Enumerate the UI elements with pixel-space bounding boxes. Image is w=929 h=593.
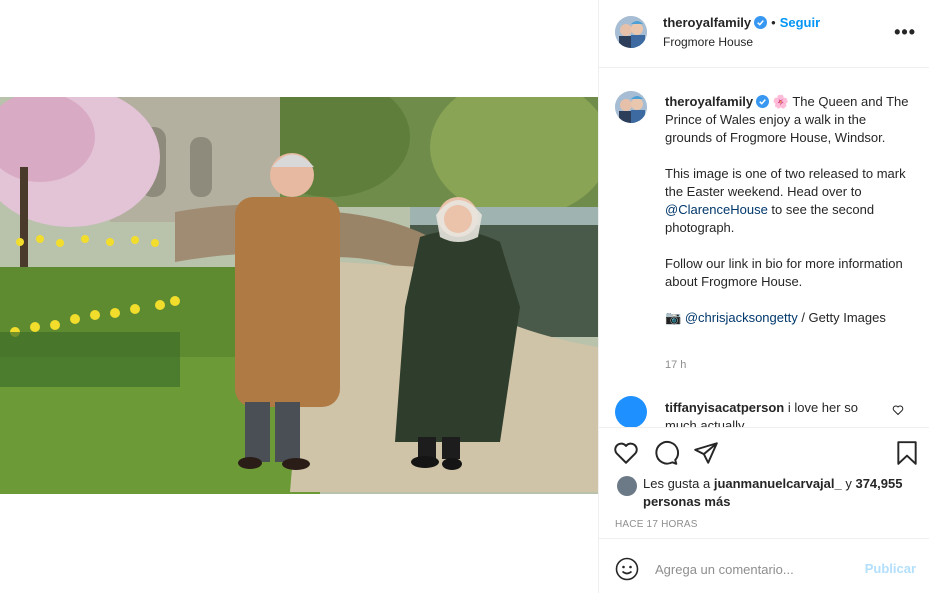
follow-button[interactable]: Seguir [780, 15, 820, 30]
caption-avatar[interactable] [615, 91, 647, 123]
caption-time[interactable]: 17 h [665, 359, 686, 371]
commenter-username[interactable]: tiffanyisacatperson [665, 400, 784, 415]
post-media [0, 0, 598, 593]
liker-username[interactable]: juanmanuelcarvajal_ [714, 476, 842, 491]
verified-icon [756, 95, 770, 108]
comment-like-icon[interactable] [892, 404, 904, 416]
verified-icon [754, 16, 768, 29]
post-header: theroyalfamily • Seguir Frogmore House ••• [599, 0, 929, 68]
credit-text: / Getty Images [797, 310, 886, 325]
post-username[interactable]: theroyalfamily [663, 15, 751, 30]
mention-photographer[interactable]: @chrisjacksongetty [685, 310, 798, 325]
profile-avatar[interactable] [615, 16, 647, 48]
comment-icon[interactable] [653, 440, 679, 466]
bookmark-icon[interactable] [894, 440, 920, 466]
emoji-icon[interactable] [615, 557, 639, 581]
liker-avatar[interactable] [617, 476, 637, 496]
mention-clarencehouse[interactable]: @ClarenceHouse [665, 202, 768, 217]
post-location[interactable]: Frogmore House [663, 35, 753, 49]
blossom-emoji: 🌸 [772, 94, 789, 109]
more-icon[interactable]: ••• [894, 22, 916, 43]
comment-input[interactable] [655, 560, 855, 578]
likes-mid: y [841, 476, 856, 491]
add-comment-bar: Publicar [599, 539, 929, 593]
comment-item: tiffanyisacatperson i love her so much a… [665, 399, 885, 427]
separator-dot: • [771, 15, 776, 30]
likes-prefix: Les gusta a [643, 476, 714, 491]
caption-username[interactable]: theroyalfamily [665, 94, 753, 109]
comments-section: theroyalfamily 🌸 The Queen and The Princ… [599, 69, 929, 427]
post-caption: theroyalfamily 🌸 The Queen and The Princ… [665, 93, 915, 345]
post-timestamp[interactable]: HACE 17 HORAS [615, 519, 698, 530]
actions-section: Les gusta a juanmanuelcarvajal_ y 374,95… [599, 427, 929, 539]
commenter-avatar[interactable] [615, 396, 647, 427]
publish-button[interactable]: Publicar [865, 561, 916, 576]
post-panel: theroyalfamily • Seguir Frogmore House •••… [598, 0, 929, 593]
likes-summary: Les gusta a juanmanuelcarvajal_ y 374,95… [643, 475, 913, 511]
caption-paragraph-2a: This image is one of two released to mar… [665, 166, 906, 199]
share-icon[interactable] [693, 440, 719, 466]
caption-paragraph-3: Follow our link in bio for more informat… [665, 256, 903, 289]
camera-icon: 📷 [665, 310, 682, 325]
post-photo[interactable] [0, 97, 598, 494]
heart-icon[interactable] [613, 440, 639, 466]
